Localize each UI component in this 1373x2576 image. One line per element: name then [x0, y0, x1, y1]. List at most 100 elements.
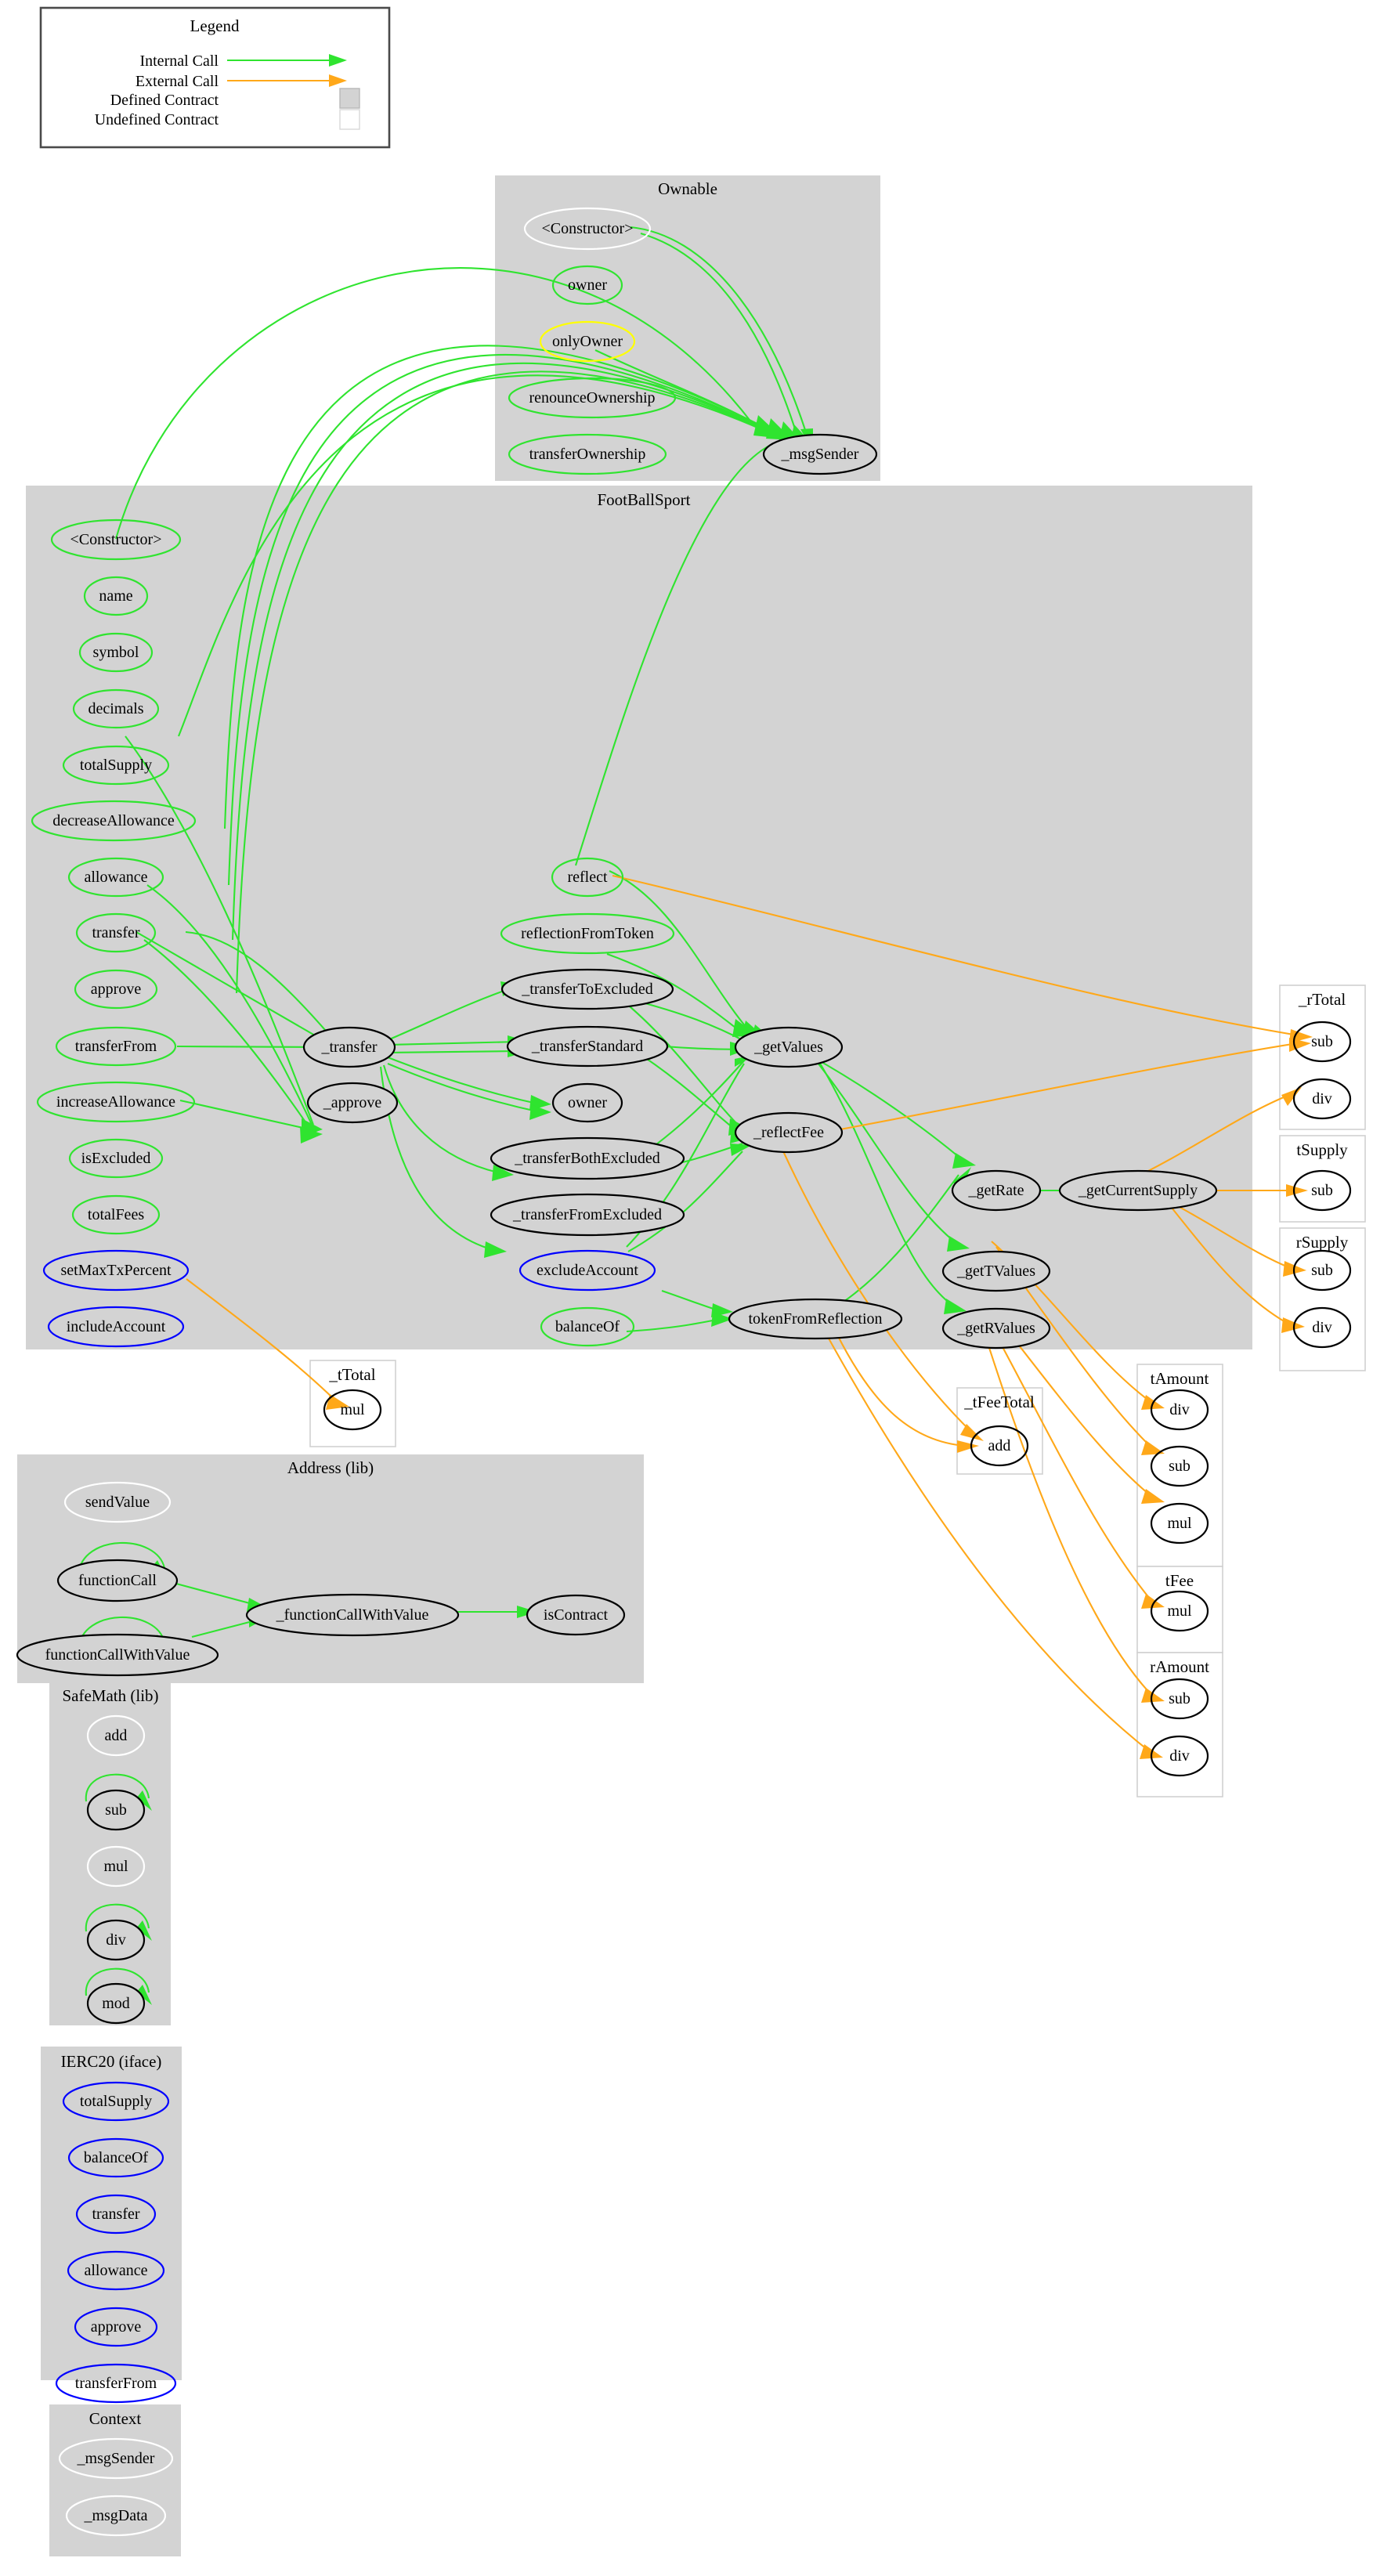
legend-label-defined-contract: Defined Contract: [110, 92, 219, 109]
node-label: _transferFromExcluded: [512, 1206, 662, 1223]
cluster-title-tfee: tFee: [1165, 1571, 1194, 1590]
node-footballsport-_transferbothexcluded[interactable]: _transferBothExcluded: [490, 1136, 685, 1180]
node-label: _approve: [323, 1094, 382, 1111]
node-label: _transferBothExcluded: [514, 1150, 660, 1167]
legend-defined-contract-swatch: [339, 88, 360, 109]
node-label: div: [1169, 1747, 1190, 1765]
cluster-title-tfeetotal: _tFeeTotal: [963, 1393, 1035, 1411]
node-footballsport-tokenfromreflection[interactable]: tokenFromReflection: [728, 1298, 903, 1340]
node-label: _getRate: [967, 1182, 1024, 1199]
node-label: _functionCallWithValue: [276, 1606, 429, 1624]
node-label: _getTValues: [956, 1263, 1035, 1280]
node-label: add: [105, 1727, 128, 1744]
node-label: balanceOf: [84, 2149, 149, 2166]
node-label: sendValue: [85, 1494, 150, 1511]
node-label: _transferToExcluded: [521, 981, 652, 998]
node-label: sub: [1311, 1182, 1333, 1199]
node-label: owner: [568, 276, 607, 294]
cluster-title-ramount: rAmount: [1150, 1657, 1209, 1676]
cluster-title-tamount: tAmount: [1151, 1369, 1209, 1388]
node-label: approve: [91, 2318, 142, 2336]
node-label: decreaseAllowance: [52, 812, 175, 829]
node-label: isContract: [544, 1606, 609, 1624]
node-label: symbol: [93, 644, 139, 661]
node-label: functionCallWithValue: [45, 1646, 190, 1664]
node-footballsport-_getrate[interactable]: _getRate: [951, 1169, 1042, 1212]
node-label: totalSupply: [80, 2093, 152, 2110]
node-footballsport-_transferfromexcluded[interactable]: _transferFromExcluded: [490, 1193, 685, 1237]
node-label: div: [106, 1931, 126, 1949]
node-label: reflect: [567, 869, 608, 886]
node-label: _transferStandard: [531, 1038, 643, 1055]
node-label: balanceOf: [555, 1318, 620, 1335]
node-label: div: [1312, 1319, 1332, 1336]
node-label: sub: [1311, 1033, 1333, 1050]
node-safemath-mod[interactable]: mod: [86, 1982, 146, 2025]
node-address-_functioncallwithvalue[interactable]: _functionCallWithValue: [245, 1593, 460, 1637]
node-label: mul: [103, 1858, 128, 1875]
node-label: _getCurrentSupply: [1078, 1182, 1198, 1199]
node-label: transfer: [92, 924, 139, 941]
node-footballsport-_getvalues[interactable]: _getValues: [734, 1026, 844, 1068]
legend-title: Legend: [190, 16, 240, 35]
cluster-title-address: Address (lib): [287, 1458, 374, 1477]
node-label: setMaxTxPercent: [60, 1262, 172, 1279]
node-label: transfer: [92, 2206, 139, 2223]
node-label: totalFees: [88, 1206, 144, 1223]
node-label: _msgSender: [781, 446, 859, 463]
node-label: mod: [102, 1995, 130, 2012]
node-label: excludeAccount: [537, 1262, 638, 1279]
node-address-functioncallwithvalue[interactable]: functionCallWithValue: [16, 1633, 219, 1677]
node-label: transferFrom: [75, 2375, 157, 2392]
node-address-iscontract[interactable]: isContract: [526, 1594, 626, 1636]
legend-undefined-contract-swatch: [339, 109, 360, 130]
node-label: name: [99, 587, 132, 605]
node-label: sub: [1311, 1262, 1333, 1279]
node-footballsport-_approve[interactable]: _approve: [306, 1082, 399, 1124]
node-footballsport-_reflectfee[interactable]: _reflectFee: [734, 1111, 844, 1154]
cluster-title-rsupply: rSupply: [1296, 1233, 1349, 1252]
cluster-title-ttotal: _tTotal: [328, 1365, 375, 1384]
node-label: transferOwnership: [529, 446, 646, 463]
node-label: div: [1312, 1090, 1332, 1107]
node-footballsport-_getrvalues[interactable]: _getRValues: [941, 1307, 1051, 1349]
node-label: decimals: [88, 700, 143, 717]
node-label: tokenFromReflection: [748, 1310, 882, 1328]
node-footballsport-_transferstandard[interactable]: _transferStandard: [506, 1025, 669, 1068]
node-label: owner: [568, 1094, 607, 1111]
cluster-title-context: Context: [89, 2409, 142, 2428]
node-label: approve: [91, 981, 142, 998]
node-label: renounceOwnership: [529, 389, 655, 406]
node-footballsport-_transfertoexcluded[interactable]: _transferToExcluded: [500, 968, 674, 1010]
node-label: isExcluded: [81, 1150, 151, 1167]
cluster-title-ierc20: IERC20 (iface): [61, 2052, 162, 2071]
legend-label-external-call: External Call: [135, 73, 219, 90]
cluster-title-ownable: Ownable: [658, 179, 717, 198]
node-safemath-sub[interactable]: sub: [86, 1789, 146, 1831]
node-label: div: [1169, 1401, 1190, 1418]
cluster-title-footballsport: FootBallSport: [597, 490, 690, 509]
node-label: allowance: [84, 869, 147, 886]
node-label: functionCall: [78, 1572, 157, 1589]
node-label: _transfer: [320, 1039, 377, 1056]
call-graph-canvas: Legend Internal Call External Call Defin…: [0, 0, 1373, 2576]
node-label: sub: [1169, 1690, 1191, 1707]
node-label: mul: [1167, 1515, 1192, 1532]
cluster-title-safemath: SafeMath (lib): [62, 1686, 158, 1705]
node-label: mul: [340, 1401, 365, 1418]
node-label: add: [988, 1437, 1011, 1454]
legend: Legend Internal Call External Call Defin…: [39, 6, 391, 149]
node-label: transferFrom: [75, 1038, 157, 1055]
node-label: allowance: [84, 2262, 147, 2279]
node-footballsport-_transfer[interactable]: _transfer: [302, 1026, 396, 1068]
node-label: totalSupply: [80, 757, 152, 774]
node-footballsport-owner[interactable]: owner: [551, 1082, 623, 1123]
node-label: sub: [1169, 1458, 1191, 1475]
node-footballsport-_getcurrentsupply[interactable]: _getCurrentSupply: [1058, 1169, 1218, 1212]
node-label: _reflectFee: [753, 1124, 824, 1141]
node-safemath-div[interactable]: div: [86, 1919, 146, 1961]
legend-label-undefined-contract: Undefined Contract: [95, 111, 219, 128]
node-ownable-msgsender[interactable]: _msgSender: [762, 433, 878, 475]
node-address-functioncall[interactable]: functionCall: [56, 1559, 179, 1602]
node-footballsport-_gettvalues[interactable]: _getTValues: [941, 1250, 1051, 1292]
